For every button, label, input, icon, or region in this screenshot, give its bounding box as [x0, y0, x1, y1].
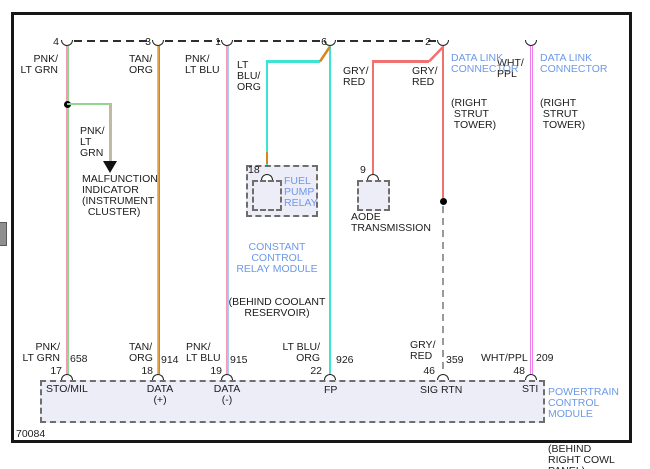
pcm-pin-signal: DATA (+) — [146, 383, 174, 406]
wire-mil-branch-vertical — [109, 102, 112, 162]
pin-number: 2 — [425, 36, 431, 48]
wire-pnk-lt-grn — [65, 46, 69, 374]
component-name: DATA LINK CONNECTOR — [540, 52, 608, 75]
data-link-connector-2-label: DATA LINK CONNECTOR (RIGHT STRUT TOWER) — [540, 31, 607, 153]
component-name: CONSTANT CONTROL RELAY MODULE — [236, 241, 318, 275]
pin-number: 4 — [53, 36, 59, 48]
malfunction-indicator-label: MALFUNCTION INDICATOR (INSTRUMENT CLUSTE… — [82, 173, 158, 218]
component-location: (BEHIND COOLANT RESERVOIR) — [228, 296, 326, 319]
connector-terminal — [261, 174, 273, 180]
wire-color-label: WHT/PPL — [481, 352, 528, 364]
wire-aode-branch-vertical — [371, 60, 375, 174]
connector-terminal — [61, 374, 73, 380]
pin-number: 19 — [210, 365, 222, 377]
ccrm-label: CONSTANT CONTROL RELAY MODULE (BEHIND CO… — [212, 220, 342, 341]
wire-relay-branch-horizontal — [266, 60, 320, 63]
wire-color-label: PNK/ LT BLU — [186, 341, 221, 364]
wire-color-label: TAN/ ORG — [129, 341, 153, 364]
pin-number: 6 — [321, 36, 327, 48]
pcm-pin-signal: SIG RTN — [420, 384, 463, 396]
wire-color-label: PNK/ LT GRN — [20, 53, 58, 76]
wire-gry-red — [441, 46, 445, 198]
wire-color-label: GRY/ RED — [410, 339, 436, 362]
pcm-pin-signal: STO/MIL — [46, 383, 88, 395]
connector-terminal — [367, 174, 379, 180]
wire-color-label: PNK/ LT GRN — [80, 125, 105, 159]
wire-color-label: PNK/ LT BLU — [185, 53, 220, 76]
component-location: (BEHIND RIGHT COWL PANEL) — [548, 443, 615, 469]
wire-mil-branch-horizontal — [67, 102, 111, 106]
connector-terminal — [221, 374, 233, 380]
wire-gry-red-dashed — [442, 206, 444, 374]
fuel-pump-relay-box — [252, 180, 282, 211]
fuel-pump-relay-label: FUEL PUMP RELAY — [284, 175, 318, 209]
pcm-pin-signal: STI — [522, 383, 539, 395]
pcm-pin-signal: DATA (-) — [213, 383, 241, 406]
connector-terminal — [152, 374, 164, 380]
wire-wht-ppl — [529, 46, 533, 374]
pcm-box — [40, 380, 545, 423]
wire-color-label: TAN/ ORG — [129, 53, 153, 76]
junction-dot — [439, 198, 447, 205]
wire-color-label: LT BLU/ ORG — [282, 341, 320, 364]
aode-transmission-label: AODE TRANSMISSION — [351, 211, 431, 234]
connector-terminal — [525, 374, 537, 380]
connector-terminal — [437, 374, 449, 380]
circuit-number: 359 — [446, 354, 464, 366]
component-name: DATA LINK CONNECTOR — [451, 52, 519, 75]
circuit-number: 914 — [161, 354, 179, 366]
circuit-number: 926 — [336, 354, 354, 366]
wire-color-label: GRY/ RED — [343, 65, 369, 88]
circuit-number: 915 — [230, 354, 248, 366]
wire-aode-branch-horizontal — [372, 60, 429, 63]
aode-transmission-box — [357, 180, 390, 211]
pcm-pin-signal: FP — [324, 384, 338, 396]
circuit-number: 658 — [70, 353, 88, 365]
diagram-code: 70084 — [16, 428, 46, 440]
pin-number: 18 — [141, 365, 153, 377]
connector-terminal — [324, 374, 336, 380]
pin-number: 17 — [50, 365, 62, 377]
wire-color-label: PNK/ LT GRN — [22, 341, 60, 364]
data-link-connector-1-label: DATA LINK CONNECTOR (RIGHT STRUT TOWER) — [451, 31, 518, 153]
pin-number: 22 — [310, 365, 322, 377]
wire-org-stripe — [265, 152, 269, 164]
down-arrow — [103, 161, 117, 173]
circuit-number: 209 — [536, 352, 554, 364]
wiring-diagram-canvas: 4 3 1 6 2 PNK/ LT GRN TAN/ ORG PNK/ LT B… — [0, 0, 650, 469]
pin-number: 3 — [145, 36, 151, 48]
pin-number: 18 — [248, 164, 260, 176]
pin-number: 1 — [215, 36, 221, 48]
pin-number: 48 — [513, 365, 525, 377]
pcm-label: POWERTRAIN CONTROL MODULE (BEHIND RIGHT … — [548, 365, 619, 469]
component-location: (RIGHT STRUT TOWER) — [540, 97, 586, 131]
component-location: (RIGHT STRUT TOWER) — [451, 97, 497, 131]
wire-color-label: GRY/ RED — [412, 65, 438, 88]
pin-number: 9 — [360, 164, 366, 176]
scrollbar-thumb[interactable] — [0, 222, 7, 246]
wire-color-label: LT BLU/ ORG — [237, 59, 261, 93]
pin-number: 46 — [423, 365, 435, 377]
component-name: POWERTRAIN CONTROL MODULE — [548, 386, 619, 420]
